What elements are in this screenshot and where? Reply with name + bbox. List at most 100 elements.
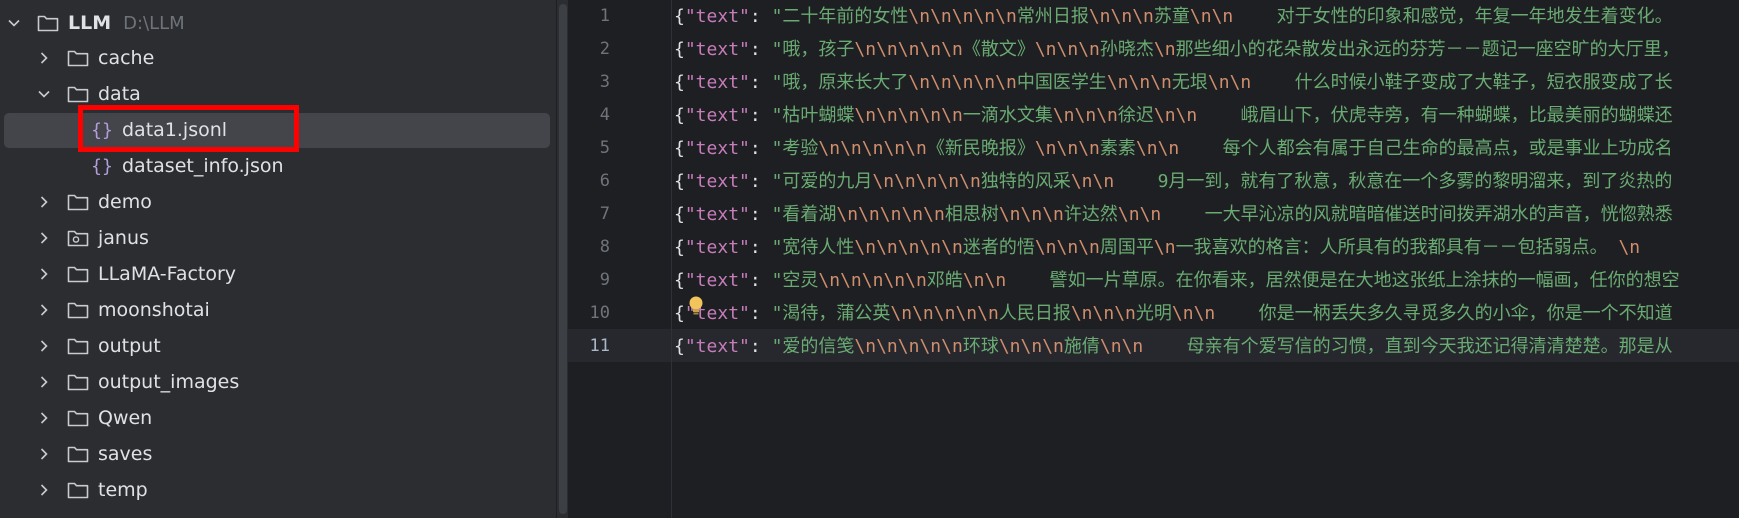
gutter-separator — [671, 0, 672, 518]
string-text: 许达然 — [1063, 204, 1118, 225]
tree-item-temp[interactable]: temp — [36, 473, 148, 507]
folder-icon — [66, 48, 90, 68]
code-editor[interactable]: 1 2 3 4 5 6 7 8 9 10 11 {"text": "二十年前的女性\n\n\n\n\… — [568, 0, 1739, 518]
code-line[interactable]: {"text": "考验\n\n\n\n\n《新民晚报》\n\n\n素素\n\n… — [674, 132, 1673, 165]
code-line[interactable]: {"text": "爱的信笺\n\n\n\n\n环球\n\n\n施倩\n\n 母… — [674, 330, 1673, 363]
line-number: 2 — [599, 39, 610, 59]
string-text: 中国医学生 — [1016, 72, 1107, 93]
code-line[interactable]: {"text": "空灵\n\n\n\n\n邓皓\n\n 譬如一片草原。在你看来… — [674, 264, 1680, 297]
chevron-right-icon[interactable] — [36, 410, 52, 426]
escape-sequence: \n — [941, 336, 963, 357]
line-number: 10 — [589, 303, 610, 323]
json-brace: { — [674, 303, 685, 324]
string-text: 那些细小的花朵散发出永远的芬芳－－题记一座空旷的大厅里， — [1175, 39, 1680, 60]
escape-sequence: \n — [1099, 336, 1122, 357]
tree-item-output-images[interactable]: output_images — [36, 365, 239, 399]
code-line[interactable]: {"text": "二十年前的女性\n\n\n\n\n常州日报\n\n\n苏童\… — [674, 0, 1673, 33]
folder-icon — [66, 480, 90, 500]
chevron-right-icon[interactable] — [36, 338, 52, 354]
escape-sequence: \n — [883, 270, 906, 291]
chevron-right-icon[interactable] — [36, 302, 52, 318]
string-text: 周国平 — [1099, 237, 1154, 258]
escape-sequence: \n — [1153, 39, 1176, 60]
escape-sequence: \n — [1229, 72, 1252, 93]
escape-sequence: \n — [973, 6, 996, 27]
tree-item-label: output — [98, 335, 161, 357]
tree-root-llm[interactable]: LLM D:\LLM — [6, 6, 185, 40]
escape-sequence: \n — [919, 237, 942, 258]
escape-sequence: \n — [897, 39, 920, 60]
escape-sequence: \n — [937, 171, 960, 192]
lightbulb-icon[interactable] — [688, 296, 704, 316]
code-line[interactable]: {"text": "枯叶蝴蝶\n\n\n\n\n一滴水文集\n\n\n徐迟\n\… — [674, 99, 1673, 132]
escape-sequence: \n — [894, 171, 916, 192]
code-line[interactable]: {"text": "渴待，蒲公英\n\n\n\n\n人民日报\n\n\n光明\n… — [674, 297, 1673, 330]
line-number: 11 — [589, 336, 610, 356]
string-text: 一我喜欢的格言：人所具有的我都具有－－包括弱点。 — [1175, 237, 1619, 258]
json-brace: { — [674, 270, 685, 291]
chevron-right-icon[interactable] — [36, 446, 52, 462]
explorer-scrollbar[interactable] — [556, 0, 568, 518]
json-key: "text" — [684, 336, 750, 357]
explorer-scrollbar-thumb[interactable] — [559, 4, 567, 514]
escape-sequence: \n — [1157, 138, 1180, 159]
chevron-down-icon[interactable] — [6, 15, 22, 31]
json-string-value: "考验\n\n\n\n\n《新民晚报》\n\n\n素素\n\n 每个人都会有属于… — [772, 138, 1673, 159]
json-colon: : — [749, 303, 772, 324]
tree-item-moonshotai[interactable]: moonshotai — [36, 293, 210, 327]
package-folder-icon — [66, 228, 90, 248]
tree-item-cache[interactable]: cache — [36, 41, 154, 75]
root-folder-path: D:\LLM — [123, 12, 185, 34]
json-quote: " — [771, 72, 783, 93]
chevron-right-icon[interactable] — [36, 230, 52, 246]
tree-item-label: output_images — [98, 371, 240, 393]
code-line[interactable]: {"text": "哦，孩子\n\n\n\n\n《散文》\n\n\n孙晓杰\n那… — [674, 33, 1680, 66]
string-text: 哦，原来长大了 — [782, 72, 909, 93]
json-colon: : — [749, 237, 772, 258]
tree-item-label: temp — [98, 479, 148, 501]
code-line[interactable]: {"text": "宽待人性\n\n\n\n\n迷者的悟\n\n\n周国平\n一… — [674, 231, 1640, 264]
string-text: 《散文》 — [962, 39, 1035, 60]
code-line[interactable]: {"text": "哦，原来长大了\n\n\n\n\n中国医学生\n\n\n无垠… — [674, 66, 1673, 99]
chevron-right-icon[interactable] — [36, 482, 52, 498]
line-number: 8 — [599, 237, 610, 257]
json-brace: { — [674, 39, 685, 60]
tree-item-saves[interactable]: saves — [36, 437, 152, 471]
string-text: 二十年前的女性 — [782, 6, 909, 27]
line-number-gutter: 1 2 3 4 5 6 7 8 9 10 11 — [568, 0, 672, 518]
code-line[interactable]: {"text": "可爱的九月\n\n\n\n\n独特的风采\n\n 9月一到，… — [674, 165, 1672, 198]
json-key: "text" — [684, 6, 750, 27]
tree-item-output[interactable]: output — [36, 329, 161, 363]
tree-item-qwen[interactable]: Qwen — [36, 401, 152, 435]
escape-sequence: \n — [1020, 204, 1043, 225]
json-brace: { — [674, 171, 685, 192]
json-colon: : — [749, 39, 772, 60]
json-key: "text" — [684, 237, 750, 258]
json-string-value: "爱的信笺\n\n\n\n\n环球\n\n\n施倩\n\n 母亲有个爱写信的习惯… — [772, 336, 1673, 357]
escape-sequence: \n — [998, 336, 1021, 357]
json-quote: " — [771, 138, 783, 159]
folder-icon — [66, 372, 90, 392]
escape-sequence: \n — [1070, 303, 1093, 324]
json-string-value: "渴待，蒲公英\n\n\n\n\n人民日报\n\n\n光明\n\n 你是一柄丢失… — [772, 303, 1673, 324]
tree-item-dataset-info-json[interactable]: {} dataset_info.json — [90, 149, 283, 183]
string-text: 爱的信笺 — [782, 336, 855, 357]
code-line[interactable]: {"text": "看着湖\n\n\n\n\n相思树\n\n\n许达然\n\n … — [674, 198, 1673, 231]
escape-sequence: \n — [998, 204, 1021, 225]
tree-item-janus[interactable]: janus — [36, 221, 149, 255]
chevron-down-icon[interactable] — [36, 86, 52, 102]
tree-item-demo[interactable]: demo — [36, 185, 152, 219]
escape-sequence: \n — [930, 72, 952, 93]
escape-sequence: \n — [861, 138, 884, 159]
json-colon: : — [749, 171, 772, 192]
chevron-right-icon[interactable] — [36, 374, 52, 390]
escape-sequence: \n — [995, 6, 1017, 27]
string-text: 常州日报 — [1016, 6, 1089, 27]
chevron-right-icon[interactable] — [36, 266, 52, 282]
tree-item-llama-factory[interactable]: LLaMA-Factory — [36, 257, 236, 291]
json-string-value: "哦，孩子\n\n\n\n\n《散文》\n\n\n孙晓杰\n那些细小的花朵散发出… — [772, 39, 1680, 60]
chevron-right-icon[interactable] — [36, 50, 52, 66]
red-highlight-annotation — [78, 105, 299, 152]
json-brace: { — [674, 6, 685, 27]
chevron-right-icon[interactable] — [36, 194, 52, 210]
